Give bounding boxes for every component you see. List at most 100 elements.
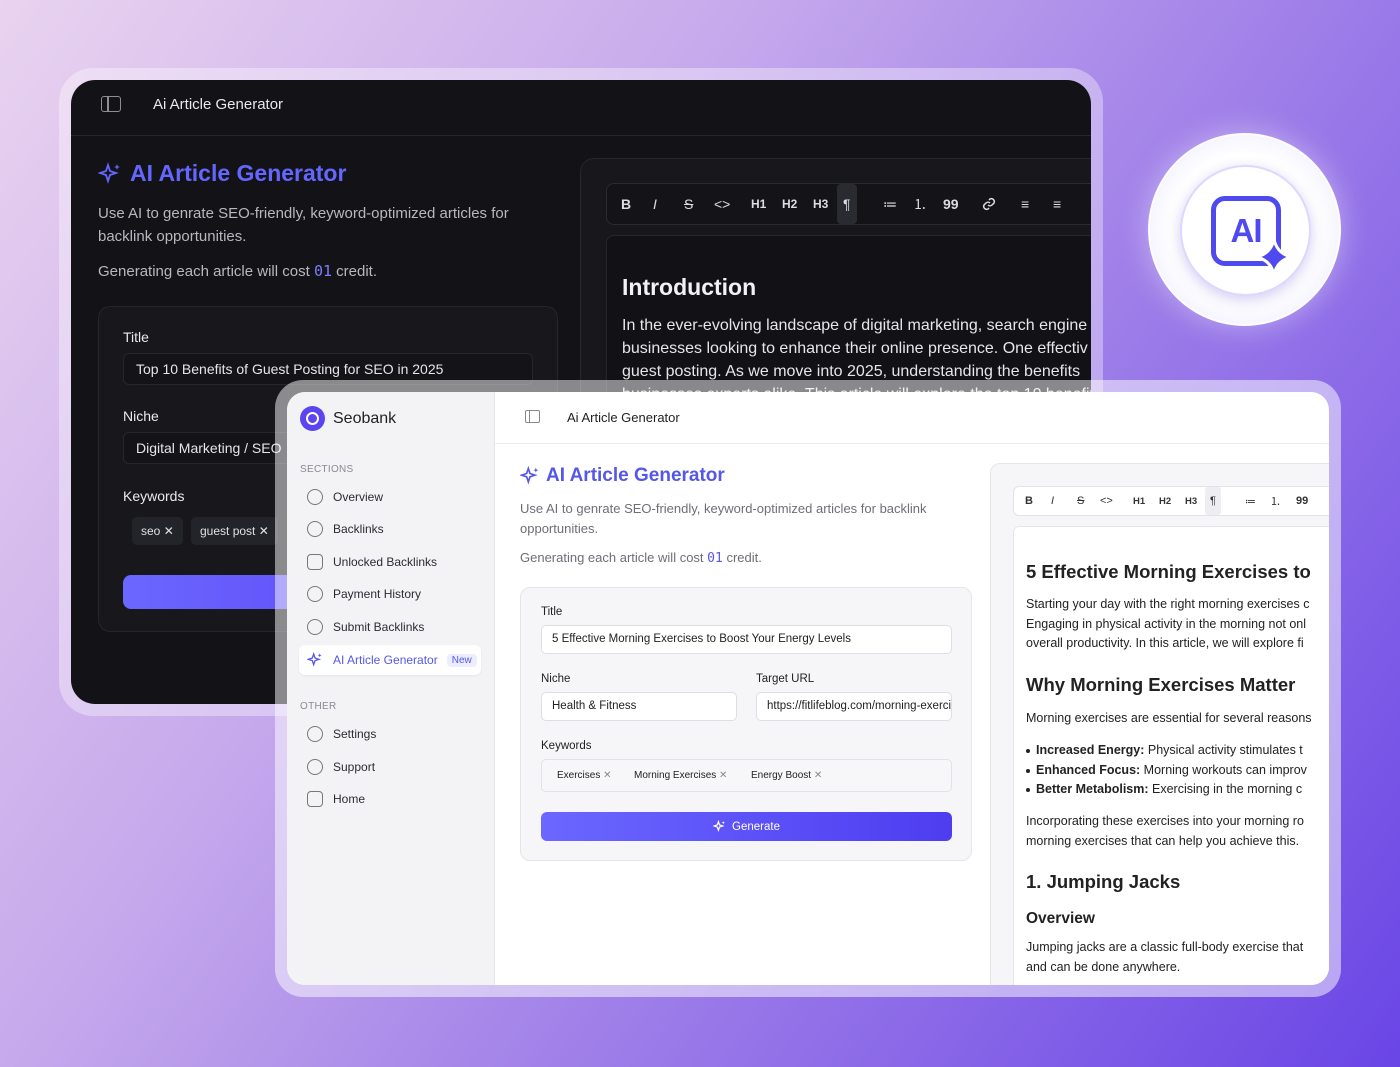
close-icon[interactable]: ✕ (259, 524, 269, 538)
bullet-list-button[interactable]: ≔ (1245, 487, 1256, 515)
sidebar-item-settings[interactable]: Settings (299, 719, 481, 749)
article-line: businesses looking to enhance their onli… (622, 340, 1088, 357)
niche-input[interactable]: Health & Fitness (541, 692, 737, 721)
keyword-chip[interactable]: Morning Exercises ✕ (634, 770, 727, 781)
keywords-label: Keywords (123, 488, 185, 504)
code-button[interactable]: <> (1100, 487, 1113, 515)
code-button[interactable]: <> (714, 184, 730, 224)
sidebar-item-label: Home (333, 792, 366, 806)
light-editor-content[interactable]: 5 Effective Morning Exercises to Startin… (1013, 526, 1329, 985)
italic-button[interactable]: I (653, 184, 657, 224)
light-page-title: AI Article Generator (520, 465, 725, 487)
h1-button[interactable]: H1 (751, 184, 766, 224)
article-heading: Introduction (622, 274, 757, 300)
keyword-chip-text: seo (141, 524, 161, 538)
align-left-button[interactable]: ≡ (1021, 184, 1029, 224)
dark-heading-text: AI Article Generator (130, 160, 347, 186)
dark-cost-text: Generating each article will cost 01 cre… (98, 260, 377, 283)
sidebar-item-backlinks[interactable]: Backlinks (299, 514, 481, 544)
dollar-icon (307, 586, 323, 602)
bullet-item: Better Metabolism: Exercising in the mor… (1024, 780, 1307, 800)
sparkle-icon (520, 466, 539, 485)
quote-button[interactable]: 99 (943, 184, 959, 224)
article-paragraph: Incorporating these exercises into your … (1026, 812, 1304, 851)
keyword-chip[interactable]: guest post ✕ (191, 517, 278, 545)
keywords-input[interactable]: Exercises ✕ Morning Exercises ✕ Energy B… (541, 759, 952, 792)
target-url-input[interactable]: https://fitlifeblog.com/morning-exercise… (756, 692, 952, 721)
keyword-chip[interactable]: Exercises ✕ (557, 770, 612, 781)
article-line: Engaging in physical activity in the mor… (1026, 616, 1307, 631)
target-url-label: Target URL (756, 673, 815, 685)
sidebar-item-label: Support (333, 760, 376, 774)
sidebar-toggle-icon[interactable] (101, 96, 121, 112)
bold-button[interactable]: B (1025, 487, 1033, 515)
ordered-list-button[interactable]: ⒈ (1270, 487, 1281, 515)
h2-button[interactable]: H2 (782, 184, 797, 224)
article-bullets: Increased Energy: Physical activity stim… (1024, 741, 1307, 800)
bullet-text: Exercising in the morning c (1148, 782, 1303, 796)
light-form-card: Title 5 Effective Morning Exercises to B… (520, 587, 972, 861)
submit-link-icon (307, 619, 323, 635)
link-icon (307, 521, 323, 537)
sidebar-item-submit-backlinks[interactable]: Submit Backlinks (299, 612, 481, 642)
align-center-button[interactable]: ≡ (1053, 184, 1061, 224)
light-description-2: opportunities. (520, 521, 599, 536)
dark-page-title: AI Article Generator (98, 160, 346, 187)
close-icon[interactable]: ✕ (719, 770, 727, 781)
title-label: Title (541, 606, 563, 618)
article-line: overall productivity. In this article, w… (1026, 636, 1304, 650)
article-heading-why: Why Morning Exercises Matter (1026, 674, 1296, 695)
sidebar-item-overview[interactable]: Overview (299, 482, 481, 512)
keyword-chip-text: Exercises (557, 770, 601, 781)
light-window-title: Ai Article Generator (567, 410, 680, 425)
brand[interactable]: Seobank (300, 406, 396, 431)
ordered-list-button[interactable]: ⒈ (913, 184, 927, 224)
sidebar-item-label: Settings (333, 727, 377, 741)
bullet-list-button[interactable]: ≔ (883, 184, 897, 224)
h3-button[interactable]: H3 (1185, 487, 1197, 515)
italic-button[interactable]: I (1051, 487, 1054, 515)
sidebar-toggle-icon[interactable] (525, 410, 540, 423)
ai-badge-inner: AI (1180, 165, 1311, 296)
cost-value: 01 (313, 262, 332, 280)
sidebar-item-home[interactable]: Home (299, 784, 481, 814)
sidebar-item-unlocked-backlinks[interactable]: Unlocked Backlinks (299, 547, 481, 577)
cost-suffix: credit. (336, 263, 378, 280)
h3-button[interactable]: H3 (813, 184, 828, 224)
bullet-text: Morning workouts can improv (1140, 762, 1307, 777)
bullet-item: Increased Energy: Physical activity stim… (1024, 741, 1307, 761)
close-icon[interactable]: ✕ (164, 524, 174, 538)
generate-button[interactable]: Generate (541, 812, 952, 841)
light-editor: B I S <> H1 H2 H3 ¶ ≔ ⒈ 99 5 Effective M… (990, 463, 1329, 985)
niche-label: Niche (541, 673, 571, 685)
close-icon[interactable]: ✕ (814, 770, 822, 781)
paragraph-button[interactable]: ¶ (837, 184, 857, 224)
keyword-chip[interactable]: Energy Boost ✕ (751, 770, 822, 781)
sparkle-icon (307, 652, 322, 667)
bullet-text: Physical activity stimulates t (1144, 743, 1303, 757)
article-heading-jumping-jacks: 1. Jumping Jacks (1026, 871, 1181, 892)
light-topbar: Ai Article Generator (495, 392, 1329, 444)
sidebar-item-payment-history[interactable]: Payment History (299, 579, 481, 609)
article-paragraph: Morning exercises are essential for seve… (1026, 711, 1312, 725)
article-line: and can be done anywhere. (1026, 959, 1181, 974)
close-icon[interactable]: ✕ (603, 770, 611, 781)
link-icon[interactable] (981, 184, 997, 224)
keyword-chip[interactable]: seo ✕ (132, 517, 183, 545)
title-input[interactable]: 5 Effective Morning Exercises to Boost Y… (541, 625, 952, 654)
bold-button[interactable]: B (621, 184, 631, 224)
light-editor-toolbar: B I S <> H1 H2 H3 ¶ ≔ ⒈ 99 (1013, 486, 1329, 516)
article-line: In the ever-evolving landscape of digita… (622, 317, 1088, 334)
gear-icon (307, 726, 323, 742)
paragraph-button[interactable]: ¶ (1205, 487, 1221, 515)
ai-badge: AI (1148, 133, 1341, 326)
h1-button[interactable]: H1 (1133, 487, 1145, 515)
sidebar-item-ai-article-generator[interactable]: AI Article Generator New (299, 645, 481, 675)
strike-button[interactable]: S (1077, 487, 1084, 515)
sidebar-item-label: Backlinks (333, 522, 384, 536)
sidebar-item-label: Unlocked Backlinks (333, 555, 438, 569)
sidebar-item-support[interactable]: Support (299, 752, 481, 782)
h2-button[interactable]: H2 (1159, 487, 1171, 515)
quote-button[interactable]: 99 (1296, 487, 1308, 515)
strike-button[interactable]: S (684, 184, 693, 224)
